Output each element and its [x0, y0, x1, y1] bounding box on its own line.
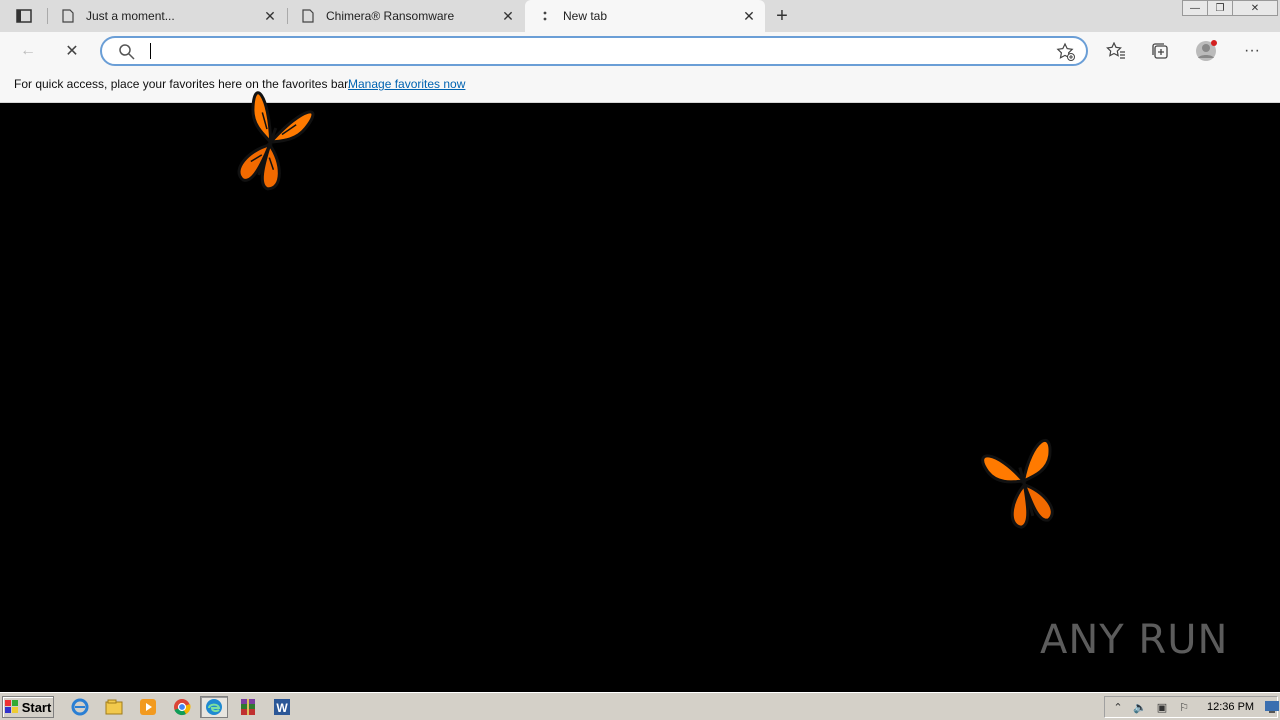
network-icon[interactable]: ▣ [1153, 699, 1171, 715]
window-controls: — ❐ ✕ [1182, 0, 1278, 18]
loading-icon [537, 8, 553, 24]
more-icon: ··· [1244, 42, 1260, 59]
watermark-text: ANY RUN [1040, 617, 1229, 663]
media-player-icon [140, 699, 156, 715]
settings-menu-button[interactable]: ··· [1238, 37, 1266, 65]
show-desktop-icon[interactable] [1263, 699, 1280, 715]
favorites-icon [1106, 42, 1125, 59]
svg-text:W: W [276, 701, 288, 715]
taskbar-app[interactable] [134, 696, 162, 718]
internet-explorer-icon [71, 698, 89, 716]
chrome-icon [174, 699, 191, 716]
favorites-bar: For quick access, place your favorites h… [0, 70, 1280, 103]
text-caret [150, 43, 151, 59]
tab-strip: Just a moment... ✕ Chimera® Ransomware ✕… [0, 0, 1280, 32]
back-button[interactable]: ← [14, 37, 42, 65]
address-bar[interactable] [100, 36, 1088, 66]
page-icon [60, 8, 76, 24]
favorites-button[interactable] [1102, 37, 1130, 65]
tab-chimera[interactable]: Chimera® Ransomware ✕ [288, 0, 524, 32]
taskbar-app[interactable] [168, 696, 196, 718]
tab-title: New tab [563, 9, 608, 23]
edge-icon [206, 699, 222, 715]
tab-actions-button[interactable] [10, 7, 38, 25]
taskbar-app[interactable] [200, 696, 228, 718]
back-arrow-icon: ← [20, 42, 36, 59]
start-label: Start [21, 699, 52, 715]
butterfly-image [237, 91, 315, 191]
taskbar: Start W ⌃ 🔈 ▣ ⚐ 12:36 PM [0, 692, 1280, 720]
butterfly-image [981, 439, 1054, 529]
taskbar-app[interactable]: W [268, 696, 296, 718]
action-center-flag-icon[interactable]: ⚐ [1175, 699, 1193, 715]
windows-logo-icon [4, 700, 18, 713]
taskbar-app[interactable] [234, 696, 262, 718]
file-explorer-icon [105, 699, 123, 715]
tab-title: Just a moment... [86, 9, 175, 23]
close-tab-icon[interactable]: ✕ [739, 6, 759, 26]
plus-icon: + [776, 4, 788, 27]
taskbar-app[interactable] [66, 696, 94, 718]
collections-icon [1152, 43, 1168, 59]
stop-icon: ✕ [65, 43, 79, 60]
browser-toolbar: ← ✕ ··· [0, 32, 1280, 70]
tab-new-tab[interactable]: New tab ✕ [525, 0, 765, 32]
word-icon: W [274, 699, 290, 715]
close-tab-icon[interactable]: ✕ [260, 6, 280, 26]
tab-just-a-moment[interactable]: Just a moment... ✕ [48, 0, 286, 32]
close-tab-icon[interactable]: ✕ [498, 6, 518, 26]
address-input[interactable] [148, 41, 1028, 61]
taskbar-app[interactable] [100, 696, 128, 718]
collections-button[interactable] [1146, 37, 1174, 65]
stop-button[interactable]: ✕ [58, 37, 86, 65]
search-icon [119, 44, 135, 60]
anyrun-watermark: ANY RUN [1040, 608, 1240, 672]
manage-favorites-link[interactable]: Manage favorites now [348, 77, 465, 91]
volume-icon[interactable]: 🔈 [1131, 699, 1149, 715]
page-icon [300, 8, 316, 24]
tab-title: Chimera® Ransomware [326, 9, 455, 23]
system-tray: ⌃ 🔈 ▣ ⚐ 12:36 PM [1104, 696, 1280, 718]
start-button[interactable]: Start [2, 696, 54, 718]
avatar-icon [1196, 40, 1217, 61]
tab-actions-icon [16, 9, 32, 23]
page-content [0, 91, 1280, 692]
restore-button[interactable]: ❐ [1207, 0, 1233, 16]
winrar-icon [241, 699, 255, 715]
show-hidden-icons-icon[interactable]: ⌃ [1109, 699, 1127, 715]
add-favorite-icon[interactable] [1056, 42, 1076, 62]
new-tab-button[interactable]: + [770, 4, 794, 28]
close-window-button[interactable]: ✕ [1232, 0, 1278, 16]
clock[interactable]: 12:36 PM [1207, 701, 1254, 713]
profile-button[interactable] [1192, 37, 1220, 65]
minimize-button[interactable]: — [1182, 0, 1208, 16]
